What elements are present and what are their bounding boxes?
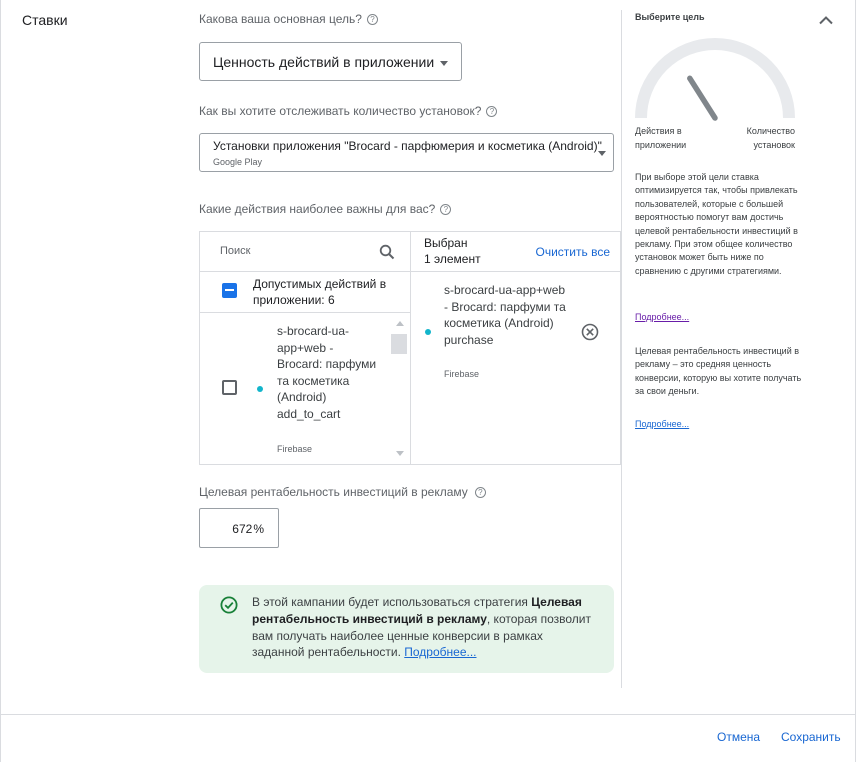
gauge-needle [687,75,718,121]
selected-header: Выбран 1 элемент Очистить все [411,232,621,272]
installs-question: Как вы хотите отслеживать количество уст… [199,104,498,118]
clear-all-button[interactable]: Очистить все [536,245,610,259]
sidebar-description: При выборе этой цели ставка оптимизирует… [635,172,798,276]
scroll-up-arrow-icon[interactable] [396,321,404,326]
scroll-down-arrow-icon[interactable] [396,451,404,456]
sidebar-title: Выберите цель [635,12,705,22]
bidding-card: Ставки Какова ваша основная цель? ? Ценн… [0,0,856,762]
action-search[interactable]: Поиск [200,232,410,272]
section-title: Ставки [22,12,68,28]
select-all-label: Допустимых действий в приложении: 6 [253,277,387,307]
list-item[interactable]: s-brocard-ua-app+web - Brocard: парфуми … [200,313,410,465]
help-icon[interactable]: ? [486,105,498,117]
help-icon[interactable]: ? [440,203,452,215]
installs-select-store: Google Play [213,157,263,167]
roas-unit: % [253,522,264,536]
event-dot-icon [425,329,431,335]
save-button[interactable]: Сохранить [781,730,841,744]
actions-question: Какие действия наиболее важны для вас? ? [199,202,452,216]
goal-select[interactable]: Ценность действий в приложении [199,42,462,81]
cancel-button[interactable]: Отмена [717,730,760,744]
goal-question-label: Какова ваша основная цель? [199,12,362,26]
conversion-action-picker: Поиск Допустимых действий в приложении: … [199,231,621,465]
strategy-notice: В этой кампании будет использоваться стр… [199,585,614,673]
sidebar-learn-more-link[interactable]: Подробнее... [635,419,689,429]
check-circle-icon [220,596,238,614]
selected-action-source: Firebase [444,369,480,379]
installs-select[interactable]: Установки приложения "Brocard - парфюмер… [199,133,614,172]
roas-label: Целевая рентабельность инвестиций в рекл… [199,485,486,499]
search-icon[interactable] [379,244,395,260]
help-icon[interactable]: ? [366,13,378,25]
help-icon[interactable]: ? [474,486,486,498]
sidebar-roas-description: Целевая рентабельность инвестиций в рекл… [635,346,802,397]
scrollbar-thumb[interactable] [391,334,407,354]
notice-learn-more-link[interactable]: Подробнее... [404,645,476,659]
goal-question: Какова ваша основная цель? ? [199,12,378,26]
gauge-arc [635,38,795,119]
selected-count: 1 элемент [424,252,481,266]
selected-title: Выбран [424,236,468,250]
goal-gauge [635,38,795,121]
gauge-left-label: Действия в приложении [635,126,687,150]
roas-value: 672 [232,522,253,536]
sidebar-divider [621,10,622,688]
chevron-up-icon[interactable] [818,14,834,26]
search-input-placeholder: Поиск [220,245,251,257]
installs-select-value: Установки приложения "Brocard - парфюмер… [213,139,602,153]
roas-input[interactable]: 672% [199,508,279,548]
installs-question-label: Как вы хотите отслеживать количество уст… [199,104,482,118]
dropdown-arrow-icon [598,151,606,156]
sidebar-learn-more-link[interactable]: Подробнее... [635,312,689,322]
dropdown-arrow-icon [440,61,448,66]
notice-text-start: В этой кампании будет использоваться стр… [252,595,532,609]
action-name: s-brocard-ua-app+web - Brocard: парфуми … [277,324,377,421]
selected-action-name: s-brocard-ua-app+web - Brocard: парфуми … [444,283,566,347]
notice-text: В этой кампании будет использоваться стр… [252,594,597,661]
footer-divider [1,714,856,715]
event-dot-icon [257,386,263,392]
actions-question-label: Какие действия наиболее важны для вас? [199,202,436,216]
remove-icon[interactable] [581,323,599,341]
action-source: Firebase [277,444,313,454]
goal-select-value: Ценность действий в приложении [213,53,435,70]
roas-label-text: Целевая рентабельность инвестиций в рекл… [199,485,468,499]
item-checkbox[interactable] [222,380,237,395]
select-all-row[interactable]: Допустимых действий в приложении: 6 [200,272,410,313]
select-all-checkbox[interactable] [222,283,237,298]
gauge-right-label: Количество установок [746,126,795,150]
selected-item: s-brocard-ua-app+web - Brocard: парфуми … [411,272,621,382]
